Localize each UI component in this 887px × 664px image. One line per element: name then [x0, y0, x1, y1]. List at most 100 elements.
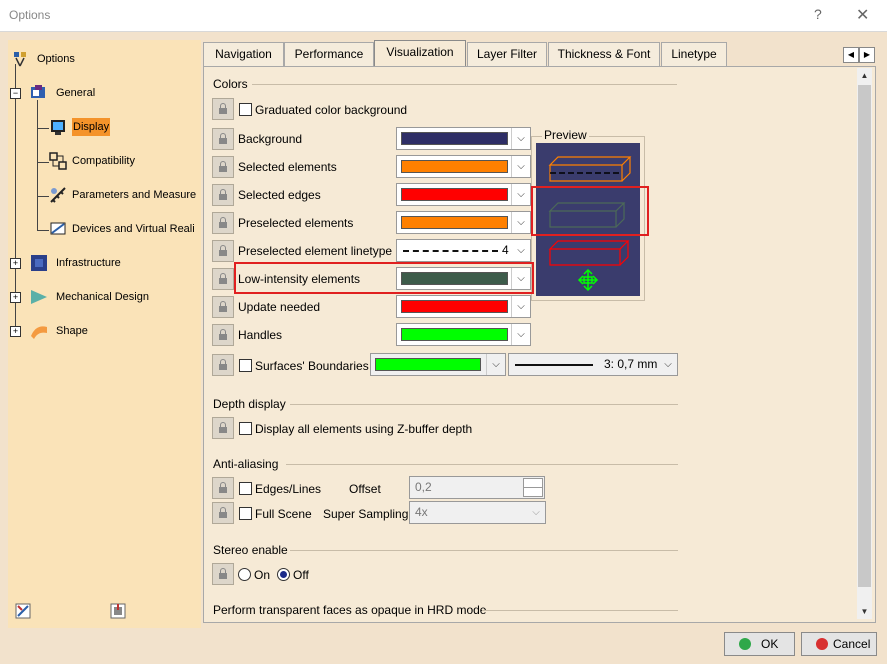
panel-scrollbar[interactable]: ▲ ▼ — [857, 68, 872, 619]
lock-icon[interactable] — [212, 417, 234, 439]
lock-icon[interactable] — [212, 296, 234, 318]
lock-icon[interactable] — [212, 477, 234, 499]
tree-item-display[interactable]: Display — [49, 118, 197, 136]
title-bar: Options ? ✕ — [0, 0, 887, 32]
preselected-linetype-label: Preselected element linetype — [238, 244, 393, 258]
preselected-linetype-combo[interactable]: 4 ⌵ — [396, 239, 531, 262]
tree-line — [37, 196, 49, 197]
stereo-on-radio[interactable] — [238, 568, 251, 581]
stereo-off-radio[interactable] — [277, 568, 290, 581]
handles-color-combo[interactable]: ⌵ — [396, 323, 531, 346]
close-button[interactable]: ✕ — [856, 5, 869, 25]
options-icon — [14, 52, 26, 67]
selected-edges-label: Selected edges — [238, 188, 321, 202]
expand-icon[interactable]: + — [10, 258, 21, 269]
selected-elements-color-combo[interactable]: ⌵ — [396, 155, 531, 178]
chevron-down-icon: ⌵ — [517, 245, 525, 256]
chevron-down-icon: ⌵ — [664, 359, 672, 370]
expand-icon[interactable]: + — [10, 326, 21, 337]
help-button[interactable]: ? — [814, 6, 822, 22]
tree-item-general[interactable]: − General — [10, 84, 197, 102]
lock-icon[interactable] — [212, 212, 234, 234]
offset-input[interactable]: 0,2 — [409, 476, 545, 499]
offset-label: Offset — [349, 482, 381, 496]
spin-down-icon[interactable] — [523, 487, 543, 497]
tree-item-mechanical-design[interactable]: + Mechanical Design — [10, 288, 197, 306]
linetype-preview — [403, 250, 498, 252]
general-icon — [31, 85, 45, 98]
scroll-up-icon[interactable]: ▲ — [857, 68, 872, 83]
tree-item-infrastructure[interactable]: + Infrastructure — [10, 254, 197, 272]
color-swatch — [401, 216, 508, 229]
lock-icon[interactable] — [212, 354, 234, 376]
tree-label-compatibility: Compatibility — [72, 155, 135, 167]
options-tree: Options − General Display Compatibility … — [8, 40, 201, 628]
chevron-down-icon: ⌵ — [511, 212, 530, 233]
tab-navigation[interactable]: Navigation — [203, 42, 284, 66]
tree-line — [37, 128, 49, 129]
tree-item-shape[interactable]: + Shape — [10, 322, 197, 340]
selected-edges-color-combo[interactable]: ⌵ — [396, 183, 531, 206]
colors-section-title: Colors — [213, 77, 248, 91]
super-sampling-value: 4x — [415, 505, 428, 519]
separator — [286, 464, 678, 465]
edges-lines-checkbox[interactable] — [239, 482, 252, 495]
lock-icon[interactable] — [212, 156, 234, 178]
chevron-down-icon: ⌵ — [511, 156, 530, 177]
tree-line — [37, 162, 49, 163]
surfaces-boundaries-label: Surfaces' Boundaries — [255, 359, 369, 373]
tab-linetype[interactable]: Linetype — [661, 42, 727, 66]
preview-label: Preview — [542, 128, 589, 142]
tree-item-devices[interactable]: Devices and Virtual Reali — [49, 220, 197, 238]
full-scene-checkbox[interactable] — [239, 507, 252, 520]
tree-item-parameters[interactable]: Parameters and Measure — [49, 186, 197, 204]
lock-icon[interactable] — [212, 98, 234, 120]
lock-icon[interactable] — [212, 563, 234, 585]
tab-performance[interactable]: Performance — [284, 42, 374, 66]
shape-icon — [31, 326, 47, 339]
expand-icon[interactable]: + — [10, 292, 21, 303]
lock-icon[interactable] — [212, 502, 234, 524]
tab-scroll-right-icon[interactable]: ▶ — [859, 47, 875, 63]
tree-item-options[interactable]: Options — [12, 50, 197, 68]
tab-visualization[interactable]: Visualization — [374, 40, 466, 67]
graduated-background-checkbox[interactable] — [239, 103, 252, 116]
lock-icon[interactable] — [212, 240, 234, 262]
selected-elements-label: Selected elements — [238, 160, 337, 174]
surfaces-thickness-combo[interactable]: 3: 0,7 mm ⌵ — [508, 353, 678, 376]
tree-item-compatibility[interactable]: Compatibility — [49, 152, 197, 170]
z-buffer-checkbox[interactable] — [239, 422, 252, 435]
handles-label: Handles — [238, 328, 283, 342]
stereo-off-label: Off — [293, 568, 309, 582]
lock-icon[interactable] — [212, 128, 234, 150]
surfaces-boundaries-checkbox[interactable] — [239, 359, 252, 372]
surfaces-color-combo[interactable]: ⌵ — [370, 353, 506, 376]
super-sampling-label: Super Sampling — [323, 507, 409, 521]
preselected-elements-color-combo[interactable]: ⌵ — [396, 211, 531, 234]
reset-options-icon[interactable] — [14, 602, 32, 620]
cancel-button[interactable]: Cancel — [801, 632, 877, 656]
tab-thickness-font[interactable]: Thickness & Font — [548, 42, 660, 66]
lock-icon[interactable] — [212, 268, 234, 290]
full-scene-label: Full Scene — [255, 507, 312, 521]
ok-icon — [739, 638, 751, 650]
scroll-thumb[interactable] — [858, 85, 871, 587]
background-color-combo[interactable]: ⌵ — [396, 127, 531, 150]
scroll-down-icon[interactable]: ▼ — [857, 604, 872, 619]
update-needed-color-combo[interactable]: ⌵ — [396, 295, 531, 318]
tab-scroll-left-icon[interactable]: ◀ — [843, 47, 859, 63]
background-label: Background — [238, 132, 303, 146]
collapse-icon[interactable]: − — [10, 88, 21, 99]
separator — [252, 84, 677, 85]
cancel-label: Cancel — [833, 637, 871, 651]
tab-layer-filter[interactable]: Layer Filter — [467, 42, 547, 66]
ok-label: OK — [761, 637, 779, 651]
export-options-icon[interactable] — [109, 602, 127, 620]
super-sampling-combo[interactable]: 4x ⌵ — [409, 501, 546, 524]
lock-icon[interactable] — [212, 324, 234, 346]
stereo-section-title: Stereo enable — [213, 543, 288, 557]
color-swatch — [401, 188, 508, 201]
ok-button[interactable]: OK — [724, 632, 795, 656]
lock-icon[interactable] — [212, 184, 234, 206]
separator — [482, 610, 678, 611]
